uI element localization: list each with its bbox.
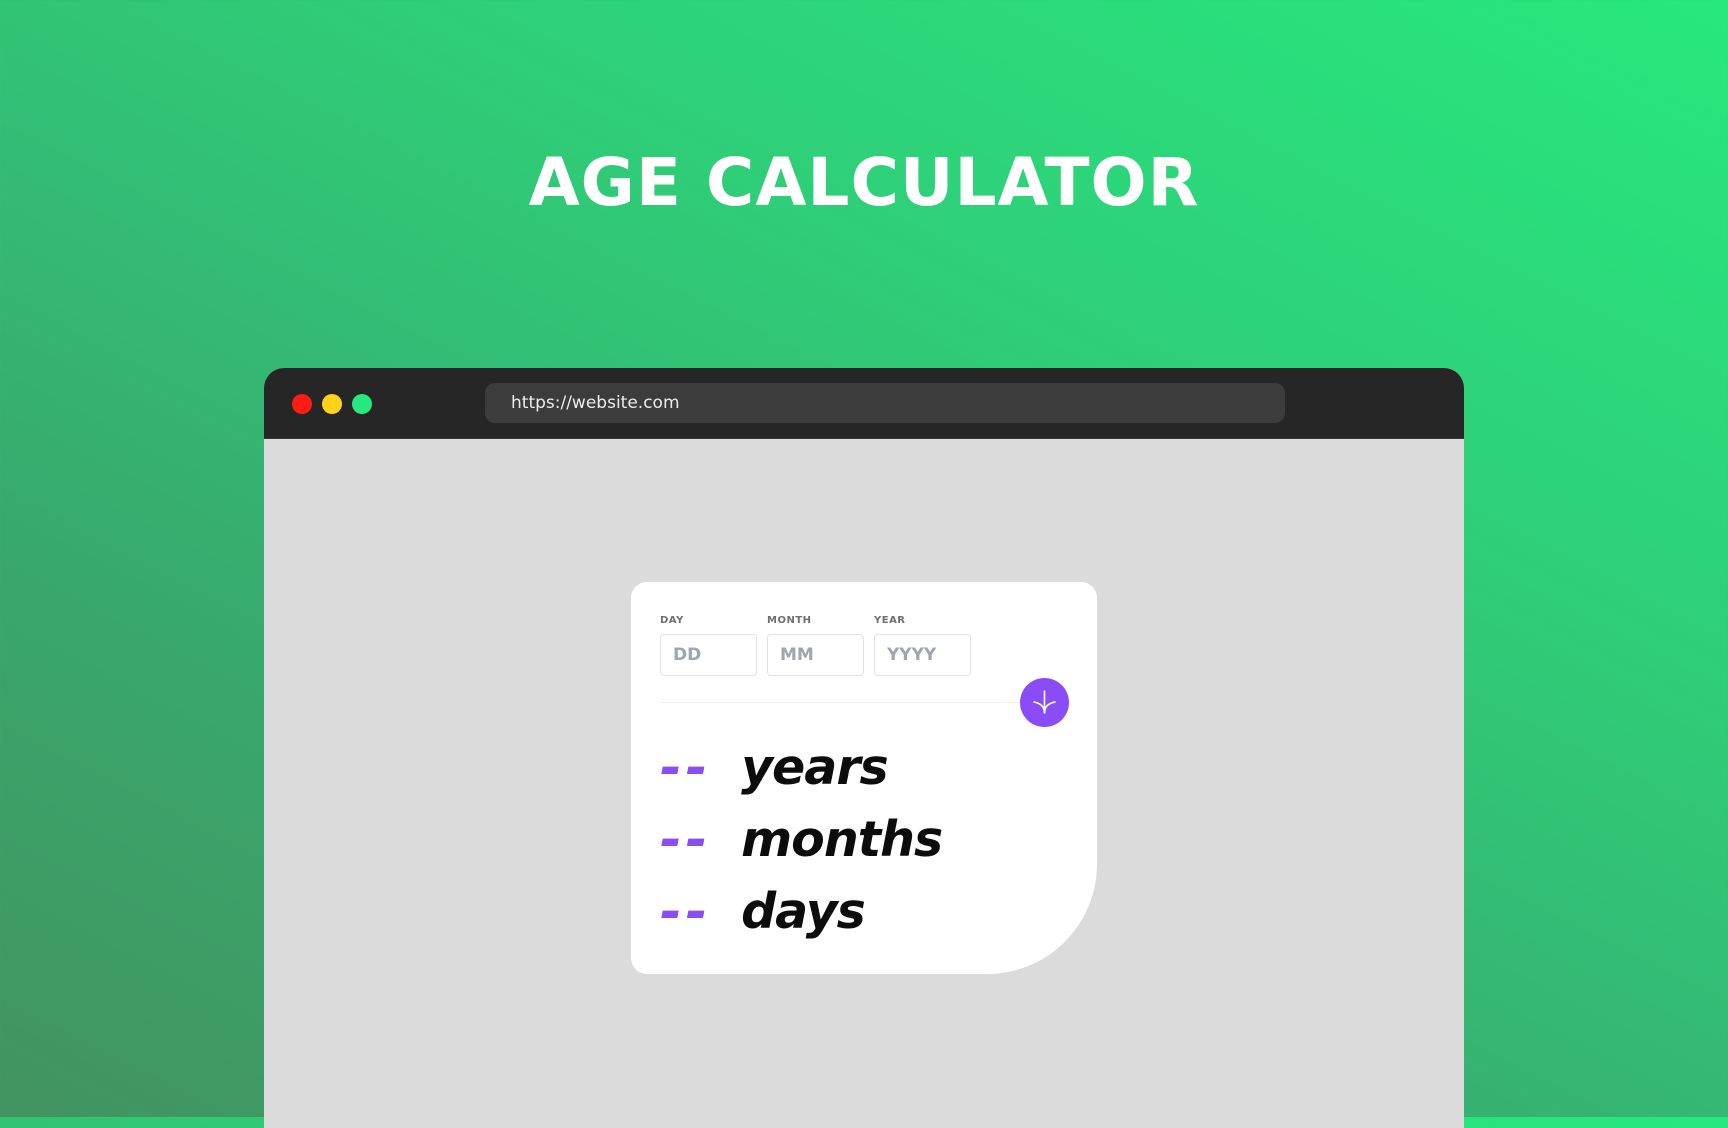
year-label: YEAR (874, 615, 906, 626)
years-result: -- years (660, 732, 889, 804)
month-input[interactable] (767, 634, 864, 676)
months-value: -- (660, 810, 712, 870)
divider (660, 702, 1070, 703)
months-result: -- months (660, 804, 943, 876)
browser-window: https://website.com DAY MONTH YEAR -- ye… (264, 368, 1464, 1128)
month-label: MONTH (767, 615, 812, 626)
calculate-button[interactable] (1020, 678, 1069, 727)
months-unit: months (741, 811, 943, 868)
close-window-button[interactable] (292, 394, 312, 414)
year-field: YEAR (874, 612, 971, 676)
day-field: DAY (660, 612, 757, 676)
days-value: -- (660, 882, 712, 942)
day-label: DAY (660, 615, 684, 626)
age-calculator-card: DAY MONTH YEAR -- years -- months -- (631, 582, 1097, 974)
maximize-window-button[interactable] (352, 394, 372, 414)
arrow-down-icon (1033, 690, 1056, 714)
year-input[interactable] (874, 634, 971, 676)
address-bar[interactable]: https://website.com (485, 383, 1285, 423)
years-unit: years (741, 739, 889, 796)
day-input[interactable] (660, 634, 757, 676)
month-field: MONTH (767, 612, 864, 676)
browser-toolbar: https://website.com (264, 368, 1464, 439)
years-value: -- (660, 738, 712, 798)
days-unit: days (741, 883, 866, 940)
days-result: -- days (660, 876, 866, 948)
minimize-window-button[interactable] (322, 394, 342, 414)
page-title: AGE CALCULATOR (528, 144, 1200, 221)
